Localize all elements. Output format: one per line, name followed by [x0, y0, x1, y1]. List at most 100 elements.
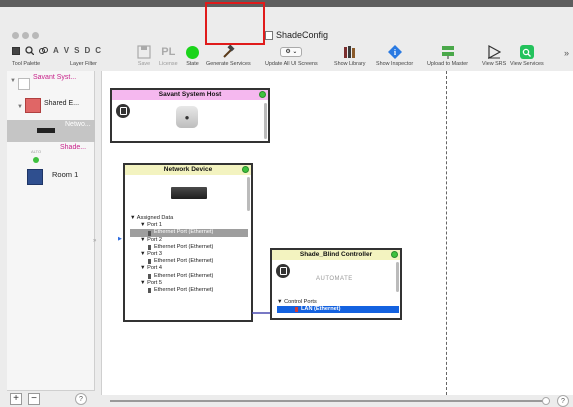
port-1-ethernet-item[interactable]: Ethernet Port (Ethernet) — [130, 229, 248, 237]
add-item-button[interactable]: + — [10, 393, 22, 405]
sidebar-item-shade-controller[interactable]: ALTO Shade... — [7, 143, 95, 165]
info-diamond-icon: i — [387, 45, 402, 59]
upload-network-icon — [441, 46, 454, 59]
sidebar-item-network-device[interactable]: Netwo... — [7, 120, 95, 142]
savant-host-card[interactable]: Savant System Host ● — [110, 88, 270, 143]
assigned-data-group[interactable]: ▼ Assigned Data — [130, 215, 248, 222]
network-switch-icon — [37, 128, 55, 133]
disclosure-triangle-icon[interactable]: ▼ — [17, 104, 23, 110]
sidebar-item-label: Room 1 — [52, 170, 79, 179]
port-5-ethernet-item[interactable]: Ethernet Port (Ethernet) — [130, 287, 248, 294]
tool-palette: A V S D C — [12, 46, 101, 55]
zoom-window-button[interactable] — [32, 32, 39, 39]
savant-host-icon — [18, 78, 30, 90]
card-scrollbar[interactable] — [396, 262, 399, 292]
toolbar: A V S D C Tool Palette Layer Filter Save… — [0, 44, 573, 70]
assigned-data-tree: ▼ Assigned Data ▼ Port 1 Ethernet Port (… — [130, 215, 248, 294]
split-view-handle[interactable]: » — [93, 238, 96, 244]
sidebar-item-savant-system[interactable]: ▼ Savant Syst... — [7, 73, 95, 95]
sidebar-help-button[interactable]: ? — [75, 393, 87, 405]
close-window-button[interactable] — [12, 32, 19, 39]
card-title: Network Device — [163, 166, 213, 173]
zoom-tool-icon[interactable] — [25, 46, 34, 55]
search-green-icon — [519, 45, 534, 59]
sidebar-item-room-1[interactable]: Room 1 — [7, 167, 95, 189]
sidebar-footer: + − ? — [7, 390, 95, 407]
sidebar-item-label: Shade... — [60, 144, 87, 151]
automate-logo: AUTOMATE — [316, 276, 353, 282]
settings-icon[interactable] — [116, 104, 130, 118]
window-title-text: ShadeConfig — [276, 30, 329, 40]
shared-equipment-icon — [25, 98, 41, 113]
update-ui-screens-button[interactable]: ⚙ ⌄ Update All UI Screens — [265, 44, 318, 67]
view-services-label: View Services — [510, 61, 544, 67]
document-icon — [265, 30, 273, 40]
card-title: Savant System Host — [158, 91, 222, 98]
port-2-node[interactable]: ▼ Port 2 — [130, 237, 248, 244]
lan-ethernet-port-item[interactable]: LAN (Ethernet) — [277, 306, 399, 314]
horizontal-scrollbar[interactable] — [110, 400, 550, 402]
shade-controller-icon: ALTO — [31, 149, 42, 154]
port-5-node[interactable]: ▼ Port 5 — [130, 280, 248, 287]
tool-s-button[interactable]: S — [74, 46, 79, 55]
disclosure-triangle-icon[interactable]: ▼ — [10, 78, 16, 84]
view-services-button[interactable]: View Services — [510, 44, 544, 67]
state-green-circle-icon — [186, 45, 199, 59]
port-2-ethernet-item[interactable]: Ethernet Port (Ethernet) — [130, 244, 248, 251]
control-ports-tree: ▼ Control Ports LAN (Ethernet) — [277, 299, 399, 314]
state-label: State — [186, 61, 199, 67]
port-4-ethernet-item[interactable]: Ethernet Port (Ethernet) — [130, 273, 248, 280]
layer-filter-label: Layer Filter — [70, 61, 97, 67]
tool-v-button[interactable]: V — [64, 46, 69, 55]
port-4-node[interactable]: ▼ Port 4 — [130, 265, 248, 272]
minimize-window-button[interactable] — [22, 32, 29, 39]
upload-to-master-button[interactable]: Upload to Master — [427, 44, 468, 67]
card-scrollbar[interactable] — [264, 103, 267, 139]
card-header: Shade_Blind Controller — [272, 250, 400, 260]
port-3-ethernet-item[interactable]: Ethernet Port (Ethernet) — [130, 258, 248, 265]
tool-a-button[interactable]: A — [53, 46, 59, 55]
sidebar-item-shared-equipment[interactable]: ▼ Shared E... — [7, 96, 95, 118]
status-online-icon — [259, 91, 266, 98]
network-device-card[interactable]: Network Device ▼ Assigned Data ▼ Port 1 … — [123, 163, 253, 322]
license-label: License — [159, 61, 178, 67]
control-ports-group[interactable]: ▼ Control Ports — [277, 299, 399, 306]
tool-c-button[interactable]: C — [95, 46, 101, 55]
view-srs-label: View SRS — [482, 61, 507, 67]
show-inspector-label: Show Inspector — [376, 61, 414, 67]
state-button[interactable]: State — [186, 44, 199, 67]
save-label: Save — [137, 61, 151, 67]
card-scrollbar[interactable] — [247, 177, 250, 211]
settings-icon[interactable] — [276, 264, 290, 278]
scroll-knob[interactable] — [542, 397, 550, 405]
upload-to-master-label: Upload to Master — [427, 61, 469, 67]
selection-tool-icon[interactable] — [12, 46, 20, 55]
view-srs-button[interactable]: View SRS — [482, 44, 506, 67]
generate-services-button[interactable]: Generate Services — [206, 44, 251, 67]
canvas-help-button[interactable]: ? — [557, 395, 569, 407]
save-icon — [137, 45, 151, 59]
window-title: ShadeConfig — [265, 30, 328, 40]
hammer-icon — [223, 45, 235, 58]
port-1-node[interactable]: ▼ Port 1 — [130, 222, 248, 229]
tool-palette-label: Tool Palette — [12, 61, 41, 67]
show-library-button[interactable]: Show Library — [334, 44, 365, 67]
license-button[interactable]: PL License — [159, 44, 178, 67]
gear-dropdown-icon: ⚙ ⌄ — [280, 47, 303, 57]
remove-item-button[interactable]: − — [28, 393, 40, 405]
card-header: Network Device — [125, 165, 251, 175]
show-inspector-button[interactable]: i Show Inspector — [376, 44, 413, 67]
connection-line — [252, 312, 272, 314]
connection-arrow-icon: ▶ — [118, 236, 122, 242]
sidebar-tree: ▼ Savant Syst... ▼ Shared E... Netwo... … — [7, 71, 95, 407]
sidebar-item-label: Savant Syst... — [33, 74, 77, 81]
top-strip — [0, 0, 573, 7]
shade-blind-controller-card[interactable]: Shade_Blind Controller AUTOMATE ▼ Contro… — [270, 248, 402, 320]
link-tool-icon[interactable] — [39, 46, 48, 55]
port-3-node[interactable]: ▼ Port 3 — [130, 251, 248, 258]
save-button[interactable]: Save — [137, 44, 151, 67]
toolbar-overflow-button[interactable]: » — [564, 48, 569, 58]
tool-d-button[interactable]: D — [84, 46, 90, 55]
books-icon — [343, 46, 355, 58]
room-icon — [27, 169, 43, 185]
